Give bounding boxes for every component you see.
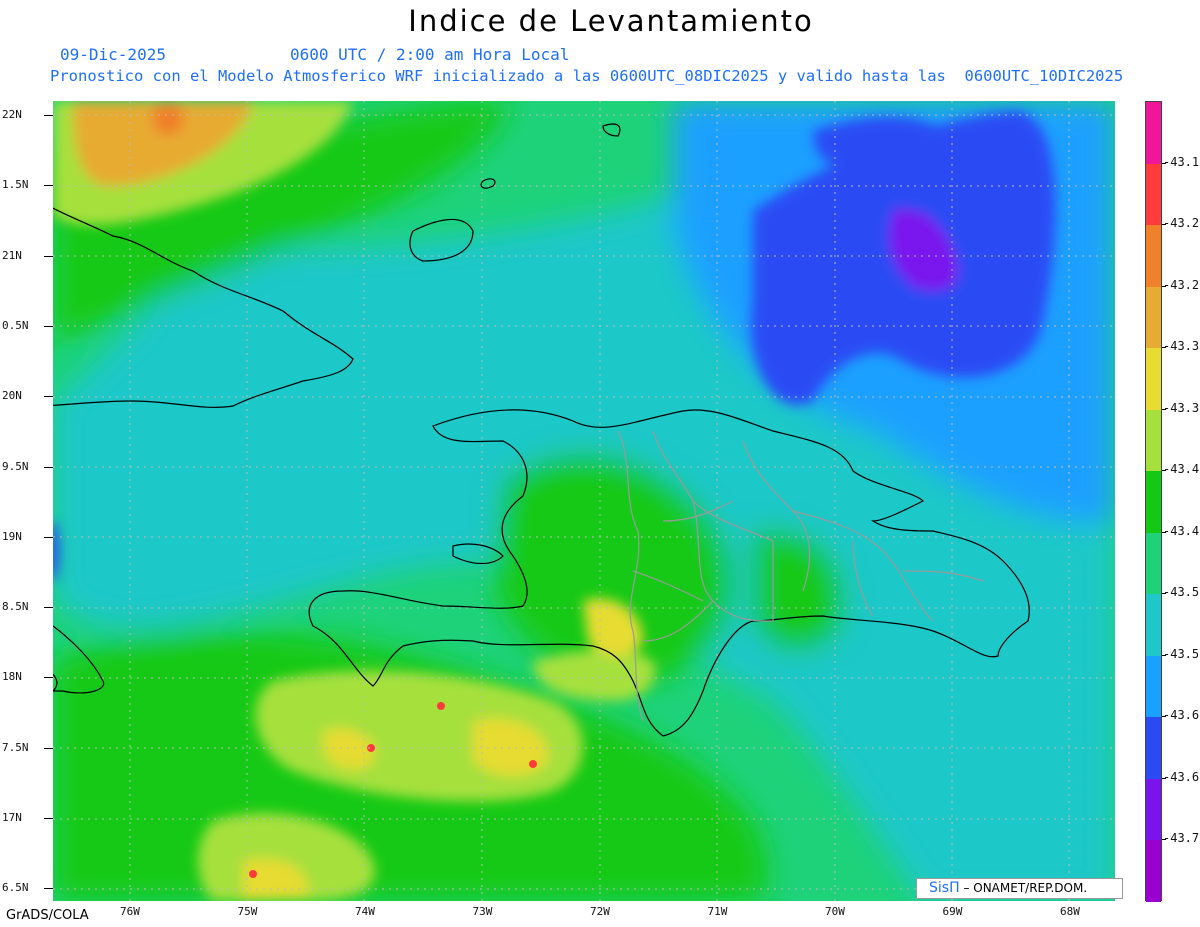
hotspot-4 — [249, 870, 257, 878]
colorbar-label: -43.5 — [1163, 585, 1200, 600]
colorbar-tick — [1162, 470, 1166, 472]
lat-label: 21N — [2, 248, 22, 262]
lat-tick — [44, 185, 53, 187]
lon-label: 69W — [942, 905, 963, 918]
colorbar-swatch — [1146, 655, 1161, 718]
lat-tick — [44, 677, 53, 679]
colorbar-tick — [1162, 839, 1166, 841]
lat-label: 7.5N — [2, 740, 29, 754]
lat-label: 8.5N — [2, 600, 29, 614]
colorbar-swatch — [1146, 163, 1161, 226]
lon-label: 73W — [472, 905, 493, 918]
forecast-time: 0600 UTC / 2:00 am Hora Local — [290, 45, 570, 64]
lon-label: 74W — [355, 905, 375, 918]
lon-label: 76W — [120, 905, 140, 918]
lat-tick — [44, 255, 53, 257]
colorbar-label: -43.5 — [1163, 646, 1200, 661]
lat-label: 20N — [2, 389, 22, 403]
lat-label: 9.5N — [2, 459, 29, 473]
grads-credit: GrADS/COLA — [6, 908, 89, 923]
colorbar-label: -43.3 — [1163, 400, 1200, 415]
colorbar-label: -43.3 — [1163, 339, 1200, 354]
colorbar-swatch — [1146, 840, 1161, 902]
colorbar-label: -43.6 — [1163, 708, 1200, 723]
lat-label: 1.5N — [2, 178, 29, 192]
colorbar-label: -43.2 — [1163, 216, 1200, 231]
field-orange-nw — [152, 103, 184, 135]
colorbar-label: -43.2 — [1163, 277, 1200, 292]
colorbar-tick — [1162, 285, 1166, 287]
lat-tick — [44, 396, 53, 398]
lat-tick — [44, 466, 53, 468]
onamet-credit: SisΠ – ONAMET/REP.DOM. — [916, 878, 1123, 899]
colorbar-label: -43.1 — [1163, 154, 1200, 169]
hotspot-2 — [437, 702, 445, 710]
colorbar-swatch — [1146, 717, 1161, 779]
colorbar-tick — [1162, 593, 1166, 595]
colorbar-swatch — [1146, 778, 1161, 841]
colorbar-tick — [1162, 777, 1166, 779]
lon-label: 70W — [825, 905, 845, 918]
colorbar-swatch — [1146, 225, 1161, 287]
colorbar-swatch — [1146, 286, 1161, 349]
lifted-index-map — [53, 101, 1115, 901]
map-title: Indice de Levantamiento — [408, 4, 814, 38]
colorbar-swatch — [1146, 594, 1161, 656]
colorbar-tick — [1162, 531, 1166, 533]
colorbar-label: -43.6 — [1163, 769, 1200, 784]
hotspot-3 — [529, 760, 537, 768]
lat-label: 0.5N — [2, 318, 29, 332]
lat-label: 6.5N — [2, 881, 29, 895]
lat-tick — [44, 115, 53, 116]
colorbar-tick — [1162, 408, 1166, 410]
colorbar-tick — [1162, 224, 1166, 226]
lat-tick — [44, 818, 53, 819]
lat-label: 18N — [2, 670, 22, 684]
colorbar-label: -43.4 — [1163, 462, 1200, 477]
colorbar-swatch — [1146, 532, 1161, 595]
sispi-logo: SisΠ — [929, 880, 960, 896]
forecast-date: 09-Dic-2025 — [60, 45, 166, 64]
colorbar-label: -43.4 — [1163, 523, 1200, 538]
colorbar-swatch — [1146, 409, 1161, 472]
lat-label: 19N — [2, 529, 22, 543]
colorbar-swatch — [1146, 102, 1161, 164]
lon-label: 71W — [707, 905, 728, 918]
colorbar-tick — [1162, 654, 1166, 656]
colorbar-tick — [1162, 716, 1166, 718]
lat-label: 22N — [2, 108, 22, 121]
colorbar-swatch — [1146, 348, 1161, 410]
onamet-label: – ONAMET/REP.DOM. — [963, 881, 1088, 895]
lat-tick — [44, 325, 53, 327]
lat-tick — [44, 607, 53, 609]
lat-tick — [44, 747, 53, 749]
colorbar-label: -43.7 — [1163, 831, 1200, 846]
lat-tick — [44, 888, 53, 890]
colorbar-tick — [1162, 347, 1166, 349]
colorbar-tick — [1162, 162, 1166, 164]
lon-label: 68W — [1060, 905, 1080, 918]
lat-label: 17N — [2, 811, 22, 824]
lon-label: 75W — [237, 905, 258, 918]
lat-tick — [44, 536, 53, 538]
lon-label: 72W — [590, 905, 610, 918]
colorbar — [1145, 101, 1162, 902]
colorbar-swatch — [1146, 471, 1161, 533]
forecast-description: Pronostico con el Modelo Atmosferico WRF… — [50, 67, 1124, 85]
